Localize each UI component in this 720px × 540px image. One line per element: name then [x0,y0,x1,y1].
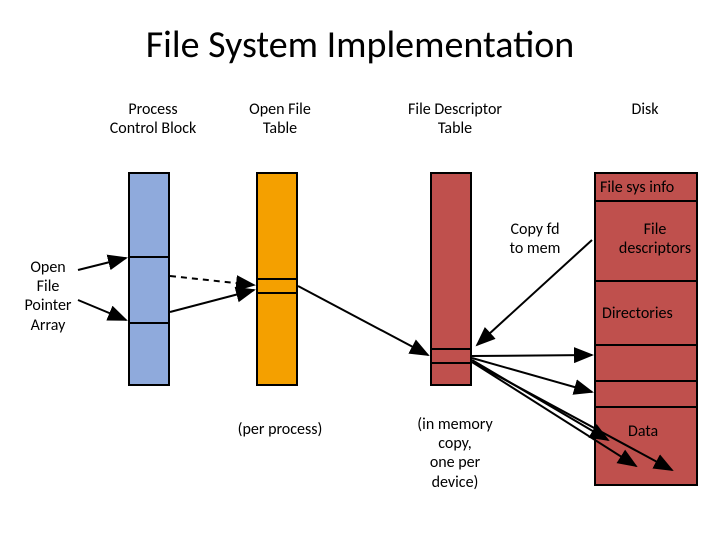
pcb-divider-2 [128,322,170,324]
oft-divider-1 [256,278,298,280]
fdt-divider-2 [430,362,472,364]
disk-divider-5 [594,406,698,408]
pcb-divider-1 [128,256,170,258]
label-per-process: (per process) [225,420,335,439]
disk-filedesc-label: Filedescriptors [610,220,700,258]
label-disk: Disk [605,100,685,119]
label-in-memory: (in memorycopy,one perdevice) [400,415,510,492]
disk-divider-3 [594,344,698,346]
label-oft: Open FileTable [230,100,330,138]
label-open-file-pointer-array: OpenFilePointerArray [18,258,78,335]
label-fdt: File DescriptorTable [395,100,515,138]
label-copy-fd: Copy fdto mem [500,220,570,258]
oft-divider-2 [256,292,298,294]
disk-divider-4 [594,380,698,382]
slide-title: File System Implementation [0,22,720,68]
disk-fsinfo-label: File sys info [600,178,700,197]
fdt-divider-1 [430,348,472,350]
pcb-column [128,172,170,386]
disk-divider-2 [594,280,698,282]
disk-divider-1 [594,200,698,202]
fdt-column [430,172,472,386]
label-pcb: ProcessControl Block [98,100,208,138]
disk-dirs-label: Directories [602,304,702,323]
disk-data-label: Data [628,422,688,441]
